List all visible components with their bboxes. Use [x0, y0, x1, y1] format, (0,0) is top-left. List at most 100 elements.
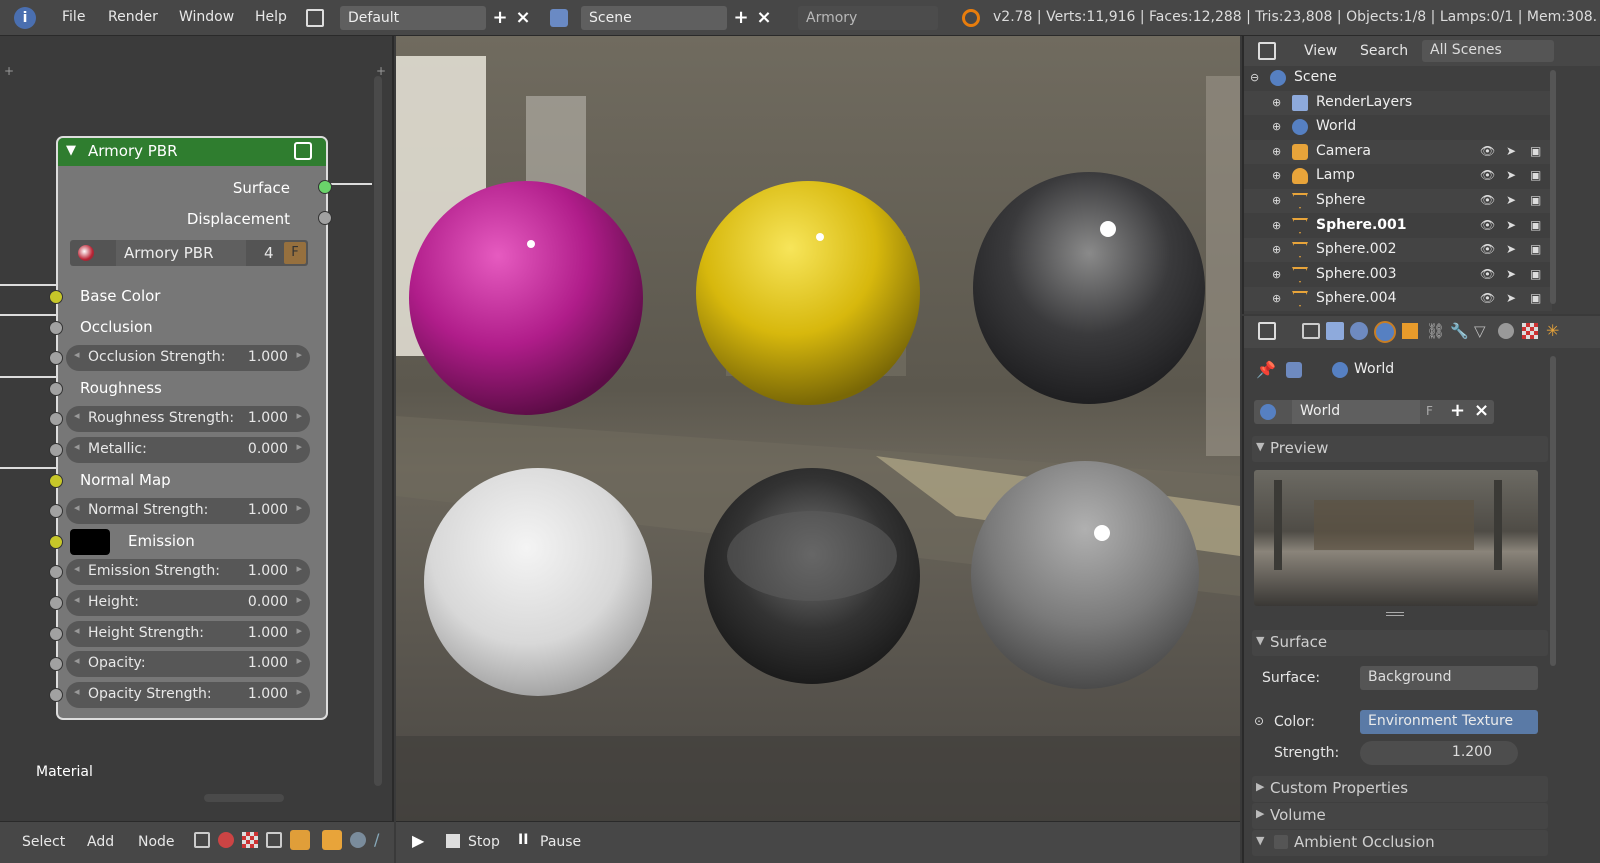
node-input-field[interactable]: ◂ Normal Strength: 1.000 ▸	[66, 498, 310, 524]
outliner-editor-icon[interactable]	[1258, 42, 1276, 60]
modifiers-tab-icon[interactable]: 🔧	[1450, 322, 1469, 340]
material-tab-icon[interactable]	[1498, 323, 1514, 339]
increment-arrow-icon[interactable]: ▸	[296, 685, 302, 698]
increment-arrow-icon[interactable]: ▸	[296, 624, 302, 637]
visibility-eye-icon[interactable]: 👁	[1480, 267, 1495, 281]
node-input-field[interactable]: ◂ Height Strength: 1.000 ▸	[66, 621, 310, 647]
outliner-row[interactable]: ⊕ Sphere.002 👁 ➤ ▣	[1244, 238, 1552, 262]
surface-panel-header[interactable]: ▼ Surface	[1252, 630, 1548, 656]
add-screen-icon[interactable]: +	[490, 8, 510, 28]
menu-file[interactable]: File	[62, 9, 85, 25]
stop-button[interactable]: Stop	[468, 834, 500, 850]
group-name-field[interactable]: Armory PBR	[116, 240, 246, 266]
node-input-field[interactable]: ◂ Roughness Strength: 1.000 ▸	[66, 406, 310, 432]
scene-icon[interactable]	[550, 9, 568, 27]
selectability-cursor-icon[interactable]: ➤	[1506, 168, 1516, 182]
outliner-row[interactable]: ⊕ Sphere.004 👁 ➤ ▣	[1244, 287, 1552, 311]
node-input-field[interactable]: ◂ Metallic: 0.000 ▸	[66, 437, 310, 463]
expand-toggle-icon[interactable]: ⊕	[1272, 243, 1281, 256]
shader-type-icon[interactable]	[194, 832, 210, 848]
visibility-eye-icon[interactable]: 👁	[1480, 291, 1495, 305]
outliner-item-name[interactable]: Sphere	[1316, 192, 1365, 208]
constraints-tab-icon[interactable]: ⛓	[1426, 322, 1445, 340]
ao-checkbox[interactable]	[1274, 835, 1288, 849]
outliner[interactable]: View Search All Scenes ⊖ Scene ⊕ RenderLaye…	[1242, 36, 1600, 314]
node-input-field[interactable]: ◂ Opacity: 1.000 ▸	[66, 651, 310, 677]
info-editor-icon[interactable]: i	[14, 7, 36, 29]
outliner-item-name[interactable]: Scene	[1294, 69, 1337, 85]
input-socket[interactable]	[49, 474, 63, 488]
outliner-item-name[interactable]: Lamp	[1316, 167, 1355, 183]
outliner-row[interactable]: ⊕ Lamp 👁 ➤ ▣	[1244, 164, 1552, 188]
render-camera-icon[interactable]: ▣	[1530, 242, 1541, 256]
render-camera-icon[interactable]: ▣	[1530, 267, 1541, 281]
outliner-item-name[interactable]: Camera	[1316, 143, 1371, 159]
world-shader-icon[interactable]	[290, 830, 310, 850]
outliner-row[interactable]: ⊕ World	[1244, 115, 1552, 139]
input-socket[interactable]	[49, 504, 63, 518]
texture-tab-icon[interactable]	[1522, 323, 1538, 339]
world-tab-icon[interactable]	[1374, 321, 1396, 343]
selectability-cursor-icon[interactable]: ➤	[1506, 242, 1516, 256]
new-world-icon[interactable]: +	[1450, 400, 1465, 421]
selectability-cursor-icon[interactable]: ➤	[1506, 218, 1516, 232]
outliner-row[interactable]: ⊕ Sphere.003 👁 ➤ ▣	[1244, 263, 1552, 287]
screen-layout-icon[interactable]	[306, 9, 324, 27]
properties-editor-icon[interactable]	[1258, 322, 1276, 340]
input-socket[interactable]	[49, 688, 63, 702]
preview-resize-handle[interactable]	[1386, 612, 1404, 616]
decrement-arrow-icon[interactable]: ◂	[74, 409, 80, 422]
expand-toggle-icon[interactable]: ⊕	[1272, 120, 1281, 133]
decrement-arrow-icon[interactable]: ◂	[74, 654, 80, 667]
selectability-cursor-icon[interactable]: ➤	[1506, 144, 1516, 158]
custom-properties-panel-header[interactable]: ▶ Custom Properties	[1252, 776, 1548, 802]
render-camera-icon[interactable]: ▣	[1530, 291, 1541, 305]
render-layers-tab-icon[interactable]	[1326, 322, 1344, 340]
material-sphere-icon[interactable]	[78, 245, 94, 261]
increment-arrow-icon[interactable]: ▸	[296, 501, 302, 514]
increment-arrow-icon[interactable]: ▸	[296, 654, 302, 667]
line-style-icon[interactable]: /	[374, 830, 379, 849]
outliner-menu-search[interactable]: Search	[1360, 43, 1408, 59]
selectability-cursor-icon[interactable]: ➤	[1506, 267, 1516, 281]
outliner-item-name[interactable]: Sphere.002	[1316, 241, 1397, 257]
expand-toggle-icon[interactable]: ⊖	[1250, 71, 1259, 84]
stop-icon[interactable]	[446, 834, 460, 848]
input-socket[interactable]	[49, 290, 63, 304]
expand-toggle-icon[interactable]: ⊕	[1272, 268, 1281, 281]
node-editor[interactable]: + + ▼ Armory PBR Surface Displacement Ar…	[0, 36, 394, 821]
node-input-field[interactable]: ◂ Height: 0.000 ▸	[66, 590, 310, 616]
surface-output-socket[interactable]	[318, 180, 332, 194]
expand-toggle-icon[interactable]: ⊕	[1272, 292, 1281, 305]
emission-color-swatch[interactable]	[70, 529, 110, 555]
render-camera-icon[interactable]: ▣	[1530, 193, 1541, 207]
particles-tab-icon[interactable]: ✳	[1546, 321, 1559, 340]
visibility-eye-icon[interactable]: 👁	[1480, 144, 1495, 158]
render-camera-icon[interactable]: ▣	[1530, 168, 1541, 182]
input-socket[interactable]	[49, 596, 63, 610]
increment-arrow-icon[interactable]: ▸	[296, 409, 302, 422]
scene-field[interactable]: Scene	[581, 6, 727, 30]
preview-panel-header[interactable]: ▼ Preview	[1252, 436, 1548, 462]
menu-render[interactable]: Render	[108, 9, 158, 25]
outliner-item-name[interactable]: Sphere.001	[1316, 217, 1407, 233]
node-editor-hscrollbar[interactable]	[204, 794, 284, 802]
color-link-icon[interactable]: ⊙	[1254, 714, 1264, 728]
object-tab-icon[interactable]	[1402, 323, 1418, 339]
collapse-triangle-icon[interactable]: ▼	[66, 143, 76, 158]
world-name-field[interactable]: World	[1292, 400, 1420, 424]
render-camera-icon[interactable]: ▣	[1530, 144, 1541, 158]
armory-pbr-node[interactable]: ▼ Armory PBR Surface Displacement Armory…	[49, 136, 332, 720]
pin-icon[interactable]: 📌	[1256, 360, 1276, 379]
node-group-icon[interactable]	[294, 142, 312, 160]
pause-icon[interactable]: II	[518, 832, 528, 848]
color-input-dropdown[interactable]: Environment Texture	[1360, 710, 1538, 734]
node-input-field[interactable]: ◂ Opacity Strength: 1.000 ▸	[66, 682, 310, 708]
pause-button[interactable]: Pause	[540, 834, 581, 850]
decrement-arrow-icon[interactable]: ◂	[74, 348, 80, 361]
add-scene-icon[interactable]: +	[731, 8, 751, 28]
input-socket[interactable]	[49, 321, 63, 335]
outliner-row[interactable]: ⊖ Scene	[1244, 66, 1552, 90]
menu-help[interactable]: Help	[255, 9, 287, 25]
node-input-field[interactable]: ◂ Occlusion Strength: 1.000 ▸	[66, 345, 310, 371]
